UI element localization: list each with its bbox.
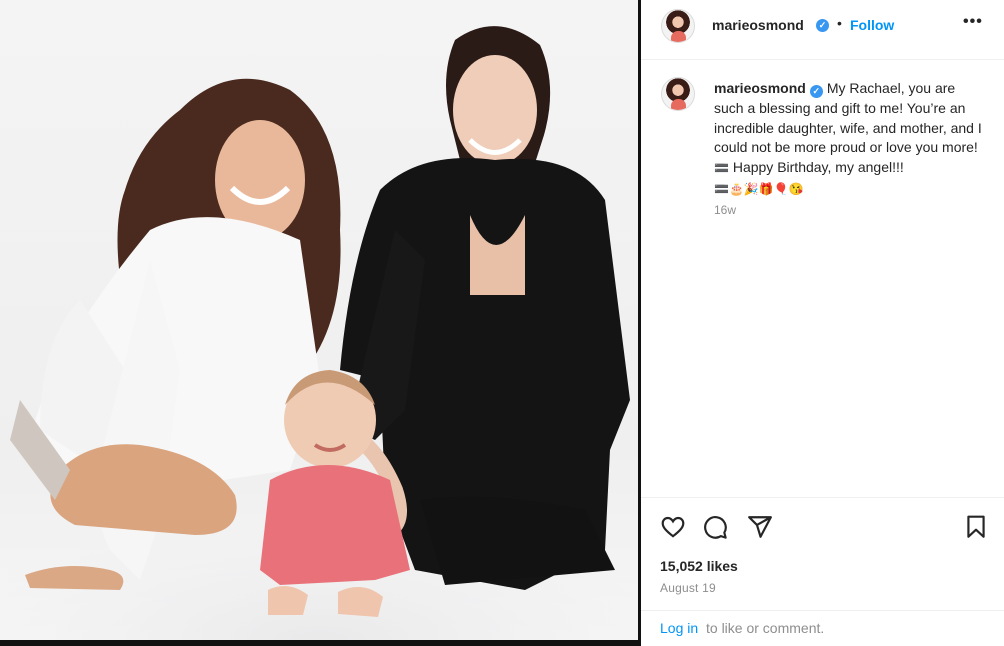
- share-icon[interactable]: [747, 514, 773, 540]
- avatar[interactable]: [661, 9, 695, 43]
- verified-badge-icon: ✓: [816, 19, 829, 32]
- caption-emoji: 🟰: [714, 161, 729, 176]
- caption-username[interactable]: marieosmond: [714, 80, 806, 96]
- username[interactable]: marieosmond: [712, 17, 804, 33]
- post-header: marieosmond ✓ • Follow •••: [641, 0, 1004, 60]
- login-link[interactable]: Log in: [660, 620, 698, 636]
- follow-button[interactable]: Follow: [850, 17, 894, 33]
- verified-badge-icon: ✓: [809, 85, 823, 98]
- post-age[interactable]: 16w: [714, 203, 736, 217]
- caption-emojis: 🟰🎂🎉🎁🎈😘: [714, 181, 804, 196]
- login-prompt: Log in to like or comment.: [641, 610, 1004, 646]
- photo-border-bottom: [0, 640, 641, 646]
- photo-illustration: [0, 26, 640, 642]
- heart-icon[interactable]: [660, 514, 686, 540]
- more-options-icon[interactable]: •••: [963, 13, 983, 31]
- separator-dot: •: [837, 15, 842, 31]
- login-prompt-text: to like or comment.: [706, 620, 825, 636]
- like-count[interactable]: 15,052 likes: [660, 558, 738, 574]
- caption-body-cont: Happy Birthday, my angel!!!: [728, 159, 904, 176]
- post-date[interactable]: August 19: [660, 581, 716, 595]
- bookmark-icon[interactable]: [963, 514, 989, 540]
- post-photo[interactable]: [0, 0, 640, 642]
- action-bar: 15,052 likes August 19: [641, 497, 1004, 610]
- post-side-panel: marieosmond ✓ • Follow ••• marieosmond ✓ M…: [641, 0, 1004, 646]
- comment-icon[interactable]: [702, 514, 728, 540]
- caption-text: marieosmond ✓ My Rachael, you are such a b…: [714, 79, 986, 200]
- caption-avatar[interactable]: [661, 77, 695, 111]
